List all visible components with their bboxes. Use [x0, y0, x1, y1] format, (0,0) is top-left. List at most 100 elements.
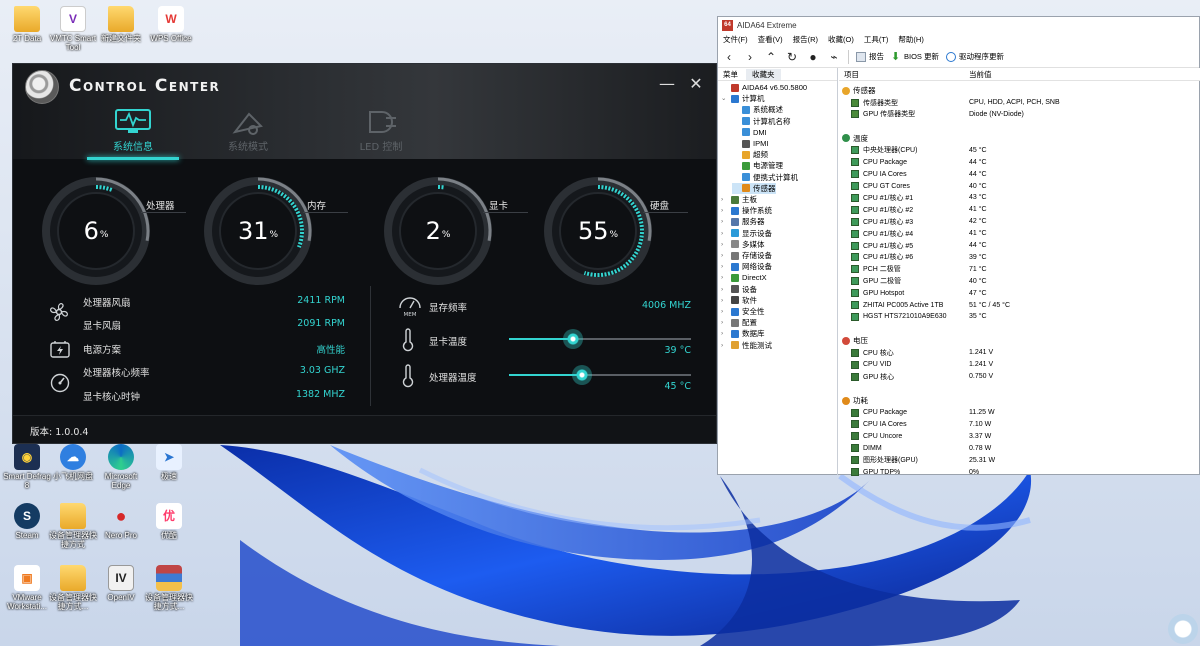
- tree-item[interactable]: IPMI: [732, 138, 768, 149]
- sensor-row[interactable]: CPU GT Cores 40 °C: [851, 181, 1191, 192]
- sensor-row[interactable]: CPU #1/核心 #3 42 °C: [851, 216, 1191, 227]
- tree-expander[interactable]: ›: [721, 261, 728, 272]
- sensor-row[interactable]: 图形处理器(GPU) 25.31 W: [851, 455, 1191, 466]
- sensor-row[interactable]: HGST HTS721010A9E630 35 °C: [851, 311, 1191, 322]
- desktop-shortcut[interactable]: 2T Data: [2, 6, 52, 43]
- gpu-temp-slider[interactable]: [509, 329, 691, 349]
- column-value[interactable]: 当前值: [964, 69, 992, 80]
- tab-menu[interactable]: 菜单: [718, 69, 738, 80]
- tree-expander[interactable]: ›: [721, 317, 728, 328]
- tree-item[interactable]: › DirectX: [721, 272, 767, 283]
- menu-tools[interactable]: 工具(T): [864, 34, 889, 45]
- tree-item[interactable]: 超频: [732, 149, 768, 160]
- sensor-row[interactable]: CPU #1/核心 #1 43 °C: [851, 192, 1191, 203]
- tree-item[interactable]: 传感器: [732, 182, 776, 194]
- tree-item[interactable]: 计算机名称: [732, 116, 791, 127]
- sensor-section-header[interactable]: 温度: [842, 133, 868, 144]
- sensor-row[interactable]: CPU #1/核心 #5 44 °C: [851, 240, 1191, 251]
- desktop-shortcut[interactable]: 优优酷: [144, 503, 194, 540]
- back-icon[interactable]: ‹: [722, 50, 736, 64]
- sensor-row[interactable]: CPU IA Cores 7.10 W: [851, 419, 1191, 430]
- sensor-row[interactable]: CPU VID 1.241 V: [851, 359, 1191, 370]
- sensor-row[interactable]: GPU 核心 0.750 V: [851, 371, 1191, 382]
- desktop-shortcut[interactable]: 设备管理器快捷方式...: [48, 565, 98, 611]
- tree-item[interactable]: › 配置: [721, 317, 757, 328]
- sensor-row[interactable]: CPU 核心 1.241 V: [851, 347, 1191, 358]
- sensor-section-header[interactable]: 传感器: [842, 85, 876, 96]
- tree-item[interactable]: ⌄ 计算机: [721, 93, 765, 104]
- desktop-shortcut[interactable]: 设备管理器快捷方式: [48, 503, 98, 549]
- sensor-row[interactable]: CPU Uncore 3.37 W: [851, 431, 1191, 442]
- menu-help[interactable]: 帮助(H): [898, 34, 923, 45]
- sensor-row[interactable]: ZHITAI PC005 Active 1TB 51 °C / 45 °C: [851, 300, 1191, 311]
- menu-favorites[interactable]: 收藏(O): [828, 34, 854, 45]
- tree-expander[interactable]: ›: [721, 306, 728, 317]
- tab-led-control[interactable]: LED 控制: [331, 106, 431, 153]
- tab-system-mode[interactable]: 系统模式: [198, 106, 298, 153]
- tree-item[interactable]: › 数据库: [721, 328, 765, 339]
- desktop-shortcut[interactable]: Microsoft Edge: [96, 444, 146, 490]
- slider-knob[interactable]: [571, 365, 592, 385]
- desktop-shortcut[interactable]: 新建文件夹: [96, 6, 146, 43]
- tree-expander[interactable]: ›: [721, 216, 728, 227]
- driver-update-button[interactable]: 驱动程序更新: [946, 51, 1004, 62]
- tree-item[interactable]: › 主板: [721, 194, 757, 205]
- tab-favorites[interactable]: 收藏夹: [746, 68, 781, 80]
- sensor-row[interactable]: 中央处理器(CPU) 45 °C: [851, 145, 1191, 156]
- tree-item[interactable]: AIDA64 v6.50.5800: [721, 82, 807, 93]
- column-item[interactable]: 项目: [839, 69, 964, 80]
- tab-system-info[interactable]: 系统信息: [83, 106, 183, 160]
- menu-view[interactable]: 查看(V): [758, 34, 783, 45]
- close-button[interactable]: ✕: [686, 74, 706, 94]
- tree-expander[interactable]: ›: [721, 272, 728, 283]
- tree-expander[interactable]: ›: [721, 250, 728, 261]
- user-icon[interactable]: ●: [806, 50, 820, 64]
- desktop-shortcut[interactable]: ◉ Smart Defrag 8: [2, 444, 52, 490]
- desktop-shortcut[interactable]: W WPS Office: [146, 6, 196, 43]
- sensor-row[interactable]: GPU 二极管 40 °C: [851, 276, 1191, 287]
- tree-item[interactable]: › 操作系统: [721, 205, 772, 216]
- tree-item[interactable]: › 服务器: [721, 216, 765, 227]
- sensor-row[interactable]: CPU #1/核心 #6 39 °C: [851, 252, 1191, 263]
- desktop-shortcut[interactable]: ☁ 小飞机网盘: [48, 444, 98, 481]
- tree-item[interactable]: › 网络设备: [721, 261, 772, 272]
- slider-knob[interactable]: [562, 329, 583, 349]
- desktop-shortcut[interactable]: ▣ VMware Workstati...: [2, 565, 52, 611]
- tree-expander[interactable]: ›: [721, 284, 728, 295]
- sensor-row[interactable]: CPU IA Cores 44 °C: [851, 169, 1191, 180]
- tree-expander[interactable]: ›: [721, 340, 728, 351]
- desktop-shortcut[interactable]: 设备管理器快捷方式...: [144, 565, 194, 611]
- sensor-row[interactable]: GPU Hotspot 47 °C: [851, 288, 1191, 299]
- sensor-row[interactable]: DIMM 0.78 W: [851, 443, 1191, 454]
- tree-expander[interactable]: ⌄: [721, 93, 728, 104]
- sensor-section-header[interactable]: 功耗: [842, 395, 868, 406]
- tree-expander[interactable]: ›: [721, 194, 728, 205]
- forward-icon[interactable]: ›: [743, 50, 757, 64]
- sensor-row[interactable]: CPU #1/核心 #2 41 °C: [851, 204, 1191, 215]
- desktop-shortcut[interactable]: IV OpenIV: [96, 565, 146, 602]
- sensor-row[interactable]: GPU TDP% 0%: [851, 467, 1191, 478]
- sensor-row[interactable]: CPU Package 11.25 W: [851, 407, 1191, 418]
- tree-item[interactable]: 电源管理: [732, 160, 783, 171]
- desktop-shortcut[interactable]: ➤ 极速: [144, 444, 194, 481]
- tree-item[interactable]: › 软件: [721, 295, 757, 306]
- report-button[interactable]: 报告: [856, 51, 884, 62]
- sensor-row[interactable]: 传感器类型 CPU, HDD, ACPI, PCH, SNB: [851, 97, 1191, 108]
- tree-expander[interactable]: ›: [721, 205, 728, 216]
- chart-icon[interactable]: ⌁: [827, 50, 841, 64]
- tree-item[interactable]: DMI: [732, 127, 767, 138]
- menu-report[interactable]: 报告(R): [793, 34, 818, 45]
- up-icon[interactable]: ⌃: [764, 50, 778, 64]
- tree-item[interactable]: 便携式计算机: [732, 172, 798, 183]
- tree-item[interactable]: 系统概述: [732, 104, 783, 115]
- tree-expander[interactable]: ›: [721, 228, 728, 239]
- tree-item[interactable]: › 设备: [721, 284, 757, 295]
- minimize-button[interactable]: —: [657, 74, 677, 94]
- desktop-shortcut[interactable]: ● Nero Pro: [96, 503, 146, 541]
- sensor-section-header[interactable]: 电压: [842, 335, 868, 346]
- tree-expander[interactable]: ›: [721, 239, 728, 250]
- tree-item[interactable]: › 多媒体: [721, 239, 765, 250]
- tree-item[interactable]: › 存储设备: [721, 250, 772, 261]
- tree-expander[interactable]: ›: [721, 295, 728, 306]
- tree-expander[interactable]: ›: [721, 328, 728, 339]
